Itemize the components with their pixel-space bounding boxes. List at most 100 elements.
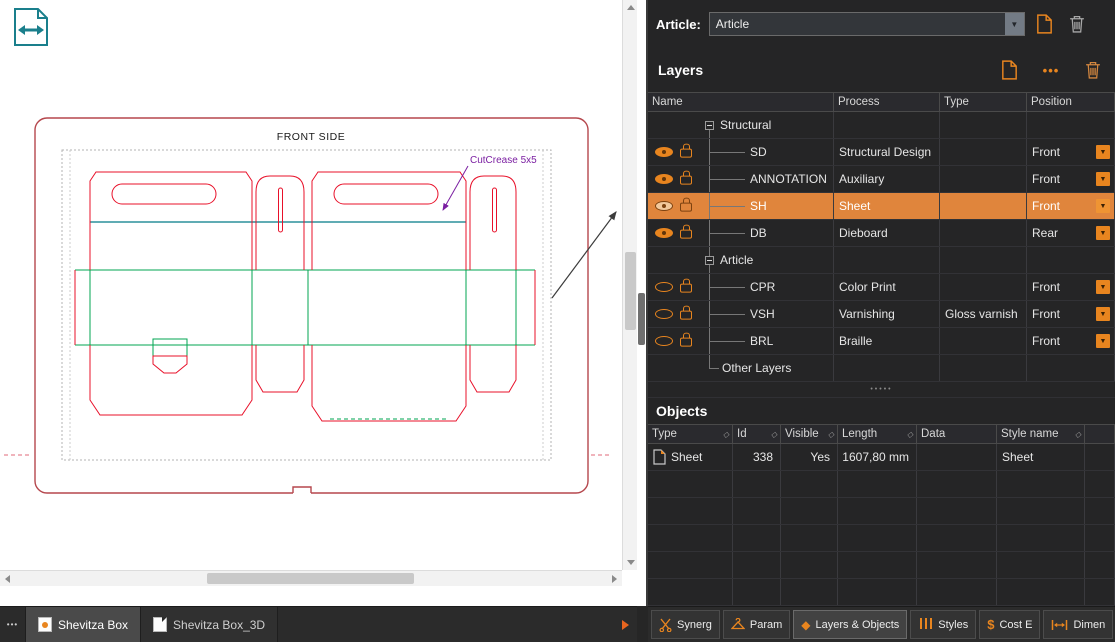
layer-process: Color Print [834, 280, 896, 294]
collapse-toggle-icon[interactable] [705, 256, 714, 265]
layer-position: Front [1027, 145, 1060, 159]
sort-icon[interactable] [828, 428, 834, 440]
column-header-id[interactable]: Id [733, 425, 781, 443]
visibility-eye-icon[interactable] [655, 309, 673, 319]
layers-objects-splitter[interactable] [648, 382, 1115, 398]
sort-icon[interactable] [907, 428, 913, 440]
tab-synergy[interactable]: Synerg [651, 610, 720, 639]
new-layer-button[interactable] [997, 57, 1021, 83]
lock-icon[interactable] [680, 149, 692, 158]
column-header-type[interactable]: Type [648, 425, 733, 443]
empty-row [648, 525, 1115, 552]
dimensions-icon [1051, 619, 1068, 631]
layer-position: Front [1027, 280, 1060, 294]
visibility-eye-icon[interactable] [655, 147, 673, 157]
sort-icon[interactable] [771, 428, 777, 440]
scroll-up-icon[interactable] [627, 5, 635, 10]
splitter-grip[interactable] [638, 293, 645, 345]
layer-row[interactable]: ANNOTATION Auxiliary Front [648, 166, 1115, 193]
tab-cost-estimation[interactable]: Cost E [979, 610, 1040, 639]
article-dropdown[interactable]: Article [709, 12, 1025, 36]
layer-name: DB [750, 226, 767, 240]
delete-article-button[interactable] [1065, 11, 1089, 37]
collapse-toggle-icon[interactable] [705, 121, 714, 130]
tree-line [709, 152, 745, 153]
position-dropdown-icon[interactable] [1096, 334, 1110, 348]
horizontal-scroll-thumb[interactable] [207, 573, 414, 584]
layer-options-icon[interactable] [1039, 57, 1063, 83]
lock-icon[interactable] [680, 203, 692, 212]
card-outline [35, 118, 588, 496]
position-dropdown-icon[interactable] [1096, 226, 1110, 240]
drawing-canvas[interactable]: FRONT SIDE [0, 0, 622, 570]
tab-styles[interactable]: Styles [910, 610, 976, 639]
layer-position: Front [1027, 199, 1060, 213]
visibility-eye-icon[interactable] [655, 282, 673, 292]
expand-tabs-arrow[interactable] [622, 620, 629, 630]
visibility-eye-icon[interactable] [655, 174, 673, 184]
object-row[interactable]: Sheet 338 Yes 1607,80 mm Sheet [648, 444, 1115, 471]
layer-row[interactable]: CPR Color Print Front [648, 274, 1115, 301]
layer-name: SD [750, 145, 767, 159]
layer-row[interactable]: BRL Braille Front [648, 328, 1115, 355]
vertical-scroll-thumb[interactable] [625, 252, 636, 330]
chevron-down-icon[interactable] [1005, 13, 1024, 35]
document-tab-shevitza-box-3d[interactable]: Shevitza Box_3D [141, 607, 278, 642]
visibility-eye-icon[interactable] [655, 336, 673, 346]
layer-process: Auxiliary [834, 172, 884, 186]
visibility-eye-icon[interactable] [655, 228, 673, 238]
tab-parameters[interactable]: Param [723, 610, 790, 639]
layer-group-row[interactable]: Structural [648, 112, 1115, 139]
layer-name: ANNOTATION [750, 172, 827, 186]
visibility-eye-icon[interactable] [655, 201, 673, 211]
other-layers-row[interactable]: Other Layers [648, 355, 1115, 382]
tree-line [709, 233, 745, 234]
panel-splitter[interactable] [637, 0, 648, 606]
column-header-style-name[interactable]: Style name [997, 425, 1085, 443]
delete-layer-button[interactable] [1081, 57, 1105, 83]
lock-icon[interactable] [680, 338, 692, 347]
tab-layers-objects[interactable]: Layers & Objects [793, 610, 907, 639]
tab-overflow-button[interactable] [0, 607, 26, 642]
canvas-horizontal-scrollbar[interactable] [0, 570, 622, 586]
sort-icon[interactable] [1075, 428, 1081, 440]
column-header-data[interactable]: Data [917, 425, 997, 443]
position-dropdown-icon[interactable] [1096, 280, 1110, 294]
position-dropdown-icon[interactable] [1096, 145, 1110, 159]
canvas-vertical-scrollbar[interactable] [622, 0, 637, 570]
app-window: FRONT SIDE [0, 0, 1115, 642]
layer-row-selected[interactable]: SH Sheet Front [648, 193, 1115, 220]
column-header-process: Process [834, 93, 940, 111]
layer-row[interactable]: SD Structural Design Front [648, 139, 1115, 166]
lock-icon[interactable] [680, 230, 692, 239]
scroll-right-icon[interactable] [612, 575, 617, 583]
position-dropdown-icon[interactable] [1096, 307, 1110, 321]
layer-row[interactable]: VSH Varnishing Gloss varnish Front [648, 301, 1115, 328]
objects-header: Objects [648, 398, 1115, 424]
document-tab-shevitza-box[interactable]: Shevitza Box [26, 607, 141, 642]
layer-position: Front [1027, 172, 1060, 186]
column-header-length[interactable]: Length [838, 425, 917, 443]
parameters-icon [731, 618, 745, 631]
objects-title: Objects [656, 403, 707, 419]
group-name: Other Layers [722, 361, 791, 375]
object-style-name: Sheet [1002, 450, 1033, 464]
empty-row [648, 498, 1115, 525]
layer-process: Varnishing [834, 307, 895, 321]
sort-icon[interactable] [723, 428, 729, 440]
position-dropdown-icon[interactable] [1096, 199, 1110, 213]
column-header-visible[interactable]: Visible [781, 425, 838, 443]
lock-icon[interactable] [680, 311, 692, 320]
lock-icon[interactable] [680, 284, 692, 293]
new-article-button[interactable] [1033, 11, 1057, 37]
layer-process: Braille [834, 334, 872, 348]
lock-icon[interactable] [680, 176, 692, 185]
layer-group-row[interactable]: Article [648, 247, 1115, 274]
position-dropdown-icon[interactable] [1096, 172, 1110, 186]
layer-row[interactable]: DB Dieboard Rear [648, 220, 1115, 247]
tree-line [709, 314, 745, 315]
scroll-left-icon[interactable] [5, 575, 10, 583]
scroll-down-icon[interactable] [627, 560, 635, 565]
resize-tool-icon[interactable] [12, 6, 50, 48]
tab-dimensions[interactable]: Dimen [1043, 610, 1113, 639]
